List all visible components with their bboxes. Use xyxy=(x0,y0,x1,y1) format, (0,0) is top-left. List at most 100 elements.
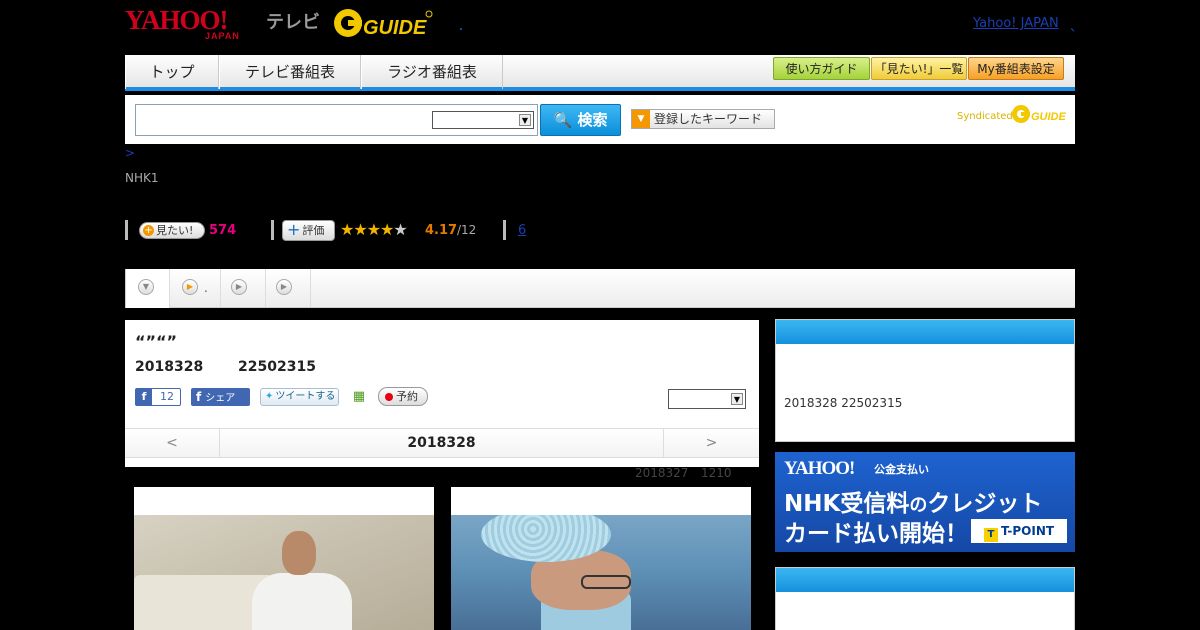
play-icon: ▶ xyxy=(182,279,198,295)
yahoo-japan-link-suffix: 、 xyxy=(1070,20,1084,35)
star-empty-icon: ★ xyxy=(393,220,407,239)
star-filled-icon: ★ xyxy=(340,220,354,239)
doctor-photo xyxy=(134,515,434,630)
sidebar-box-2 xyxy=(775,567,1075,630)
rating-stars: ★★★★★ xyxy=(340,220,408,240)
my-schedule-settings-button[interactable]: My番組表設定 xyxy=(968,57,1064,80)
reserve-button[interactable]: 予約 xyxy=(378,387,428,406)
previous-day-button[interactable]: < xyxy=(125,429,220,457)
mitai-label: 見たい! xyxy=(156,224,194,237)
yahoo-japan-link[interactable]: Yahoo! JAPAN xyxy=(973,16,1059,31)
chevron-down-icon: ▼ xyxy=(138,279,154,295)
tab-4[interactable]: ▶ xyxy=(266,269,311,307)
day-navigation: < 2018328 > xyxy=(125,428,759,458)
star-filled-icon: ★ xyxy=(366,220,381,239)
ad-headline-2: カード払い開始！ xyxy=(784,521,968,547)
facebook-icon: f xyxy=(136,389,152,405)
ad-headline-1: NHK受信料のクレジット xyxy=(784,484,1042,518)
t-point-icon: T xyxy=(983,528,998,542)
tv-logo-text: テレビ xyxy=(266,12,320,33)
sidebar-box-header xyxy=(776,568,1074,592)
nav-tab-tv-schedule[interactable]: テレビ番組表 xyxy=(219,55,361,89)
stat-divider xyxy=(125,220,128,240)
sidebar-airtime-box: 2018328 22502315 xyxy=(775,319,1075,442)
ad-kokin-label: 公金支払い xyxy=(874,463,929,476)
registered-keywords-label: 登録したキーワード xyxy=(654,112,763,126)
tab-3[interactable]: ▶ xyxy=(221,269,266,307)
review-count-link[interactable]: 6 xyxy=(518,223,526,238)
stat-divider xyxy=(271,220,274,240)
tab-2[interactable]: ▶ . xyxy=(170,269,221,307)
twitter-bird-icon: ✦ xyxy=(265,391,274,402)
syndicated-label: Syndicated xyxy=(957,111,1013,122)
program-time: 22502315 xyxy=(238,359,316,375)
current-day: 2018328 xyxy=(407,435,476,451)
facebook-share-button[interactable]: f シェア xyxy=(191,388,250,406)
tab-program-info[interactable]: ▼ xyxy=(125,269,170,308)
record-dot-icon xyxy=(385,393,393,401)
program-title: “”“” xyxy=(135,332,178,351)
syndicated-g-guide-logo-text: GUIDE xyxy=(1031,111,1067,123)
yahoo-japan-logo[interactable]: YAHOO! JAPAN xyxy=(125,5,265,41)
program-photo-2[interactable] xyxy=(451,487,751,630)
nav-tab-top[interactable]: トップ xyxy=(125,55,219,89)
star-filled-icon: ★ xyxy=(353,220,367,239)
search-button[interactable]: 🔍 検索 xyxy=(540,104,621,136)
channel-name: NHK1 xyxy=(125,171,159,185)
japan-logo-text: JAPAN xyxy=(205,31,240,41)
mitai-count: 574 xyxy=(209,223,237,238)
reserve-label: 予約 xyxy=(396,390,418,403)
chevron-down-icon: ▼ xyxy=(731,393,743,405)
next-day-button[interactable]: > xyxy=(663,429,759,457)
chevron-down-icon: ▼ xyxy=(632,110,650,128)
search-genre-select[interactable]: ▼ xyxy=(432,111,534,129)
tweet-button[interactable]: ✦ ツイートする xyxy=(260,388,339,406)
plus-icon: + xyxy=(287,220,301,239)
tweet-label: ツイートする xyxy=(275,391,336,402)
syndicated-g-guide-logo: GUIDE xyxy=(1012,105,1067,123)
tab-2-label: . xyxy=(204,281,208,295)
facebook-share-label: シェア xyxy=(205,393,236,404)
search-button-label: 検索 xyxy=(577,111,608,129)
facebook-like-button[interactable]: f 12 xyxy=(135,388,181,406)
calendar-add-icon[interactable]: ▦ xyxy=(350,388,368,406)
play-icon: ▶ xyxy=(276,279,292,295)
search-bar: ▼ 🔍 検索 ▼ 登録したキーワード Syndicated GUIDE xyxy=(125,95,1075,144)
rate-label: 評価 xyxy=(302,224,325,237)
registered-keywords-button[interactable]: ▼ 登録したキーワード xyxy=(631,109,775,129)
surgeon-photo xyxy=(451,515,751,630)
star-filled-icon: ★ xyxy=(380,220,394,239)
plus-icon: + xyxy=(143,225,154,236)
program-tabs: ▼ ▶ . ▶ ▶ xyxy=(125,269,1075,308)
mitai-list-button[interactable]: 「見たい!」一覧 xyxy=(871,57,967,80)
search-icon: 🔍 xyxy=(553,111,573,129)
nav-tab-radio-schedule[interactable]: ラジオ番組表 xyxy=(361,55,503,89)
reserve-device-select[interactable]: ▼ xyxy=(668,389,746,409)
program-photo-1[interactable] xyxy=(134,487,434,630)
rating-count: /12 xyxy=(457,223,477,237)
updated-date: 2018327 xyxy=(635,466,689,480)
play-icon: ▶ xyxy=(231,279,247,295)
separator-dot xyxy=(460,28,462,30)
g-guide-logo[interactable]: GUIDE xyxy=(333,6,435,40)
breadcrumb[interactable]: > xyxy=(125,146,135,160)
mitai-button[interactable]: + 見たい! xyxy=(139,222,205,239)
facebook-icon: f xyxy=(196,390,202,404)
stat-divider xyxy=(503,220,506,240)
page: YAHOO! JAPAN テレビ GUIDE Yahoo! JAPAN 、 トッ… xyxy=(0,0,1200,630)
program-date: 2018328 xyxy=(135,359,204,375)
nhk-credit-card-ad[interactable]: YAHOO! 公金支払い NHK受信料のクレジット カード払い開始！ T T-PO… xyxy=(775,452,1075,552)
guide-button[interactable]: 使い方ガイド xyxy=(773,57,870,80)
facebook-like-count: 12 xyxy=(160,390,174,403)
sidebar-box-header xyxy=(776,320,1074,344)
chevron-down-icon: ▼ xyxy=(519,114,531,126)
main-nav: トップ テレビ番組表 ラジオ番組表 使い方ガイド 「見たい!」一覧 My番組表設… xyxy=(125,55,1075,91)
updated-time: 1210 xyxy=(701,466,732,480)
t-point-label: T-POINT xyxy=(1000,524,1055,538)
g-guide-logo-text: GUIDE xyxy=(363,17,427,39)
sidebar-airtime-text: 2018328 22502315 xyxy=(784,396,903,410)
t-point-badge: T T-POINT xyxy=(971,519,1067,543)
ad-headline-part-2: の xyxy=(909,495,928,516)
program-detail-panel: “”“” 2018328 22502315 f 12 f シェア ✦ ツイートする ▦… xyxy=(125,320,759,467)
rate-button[interactable]: + 評価 xyxy=(282,220,335,241)
